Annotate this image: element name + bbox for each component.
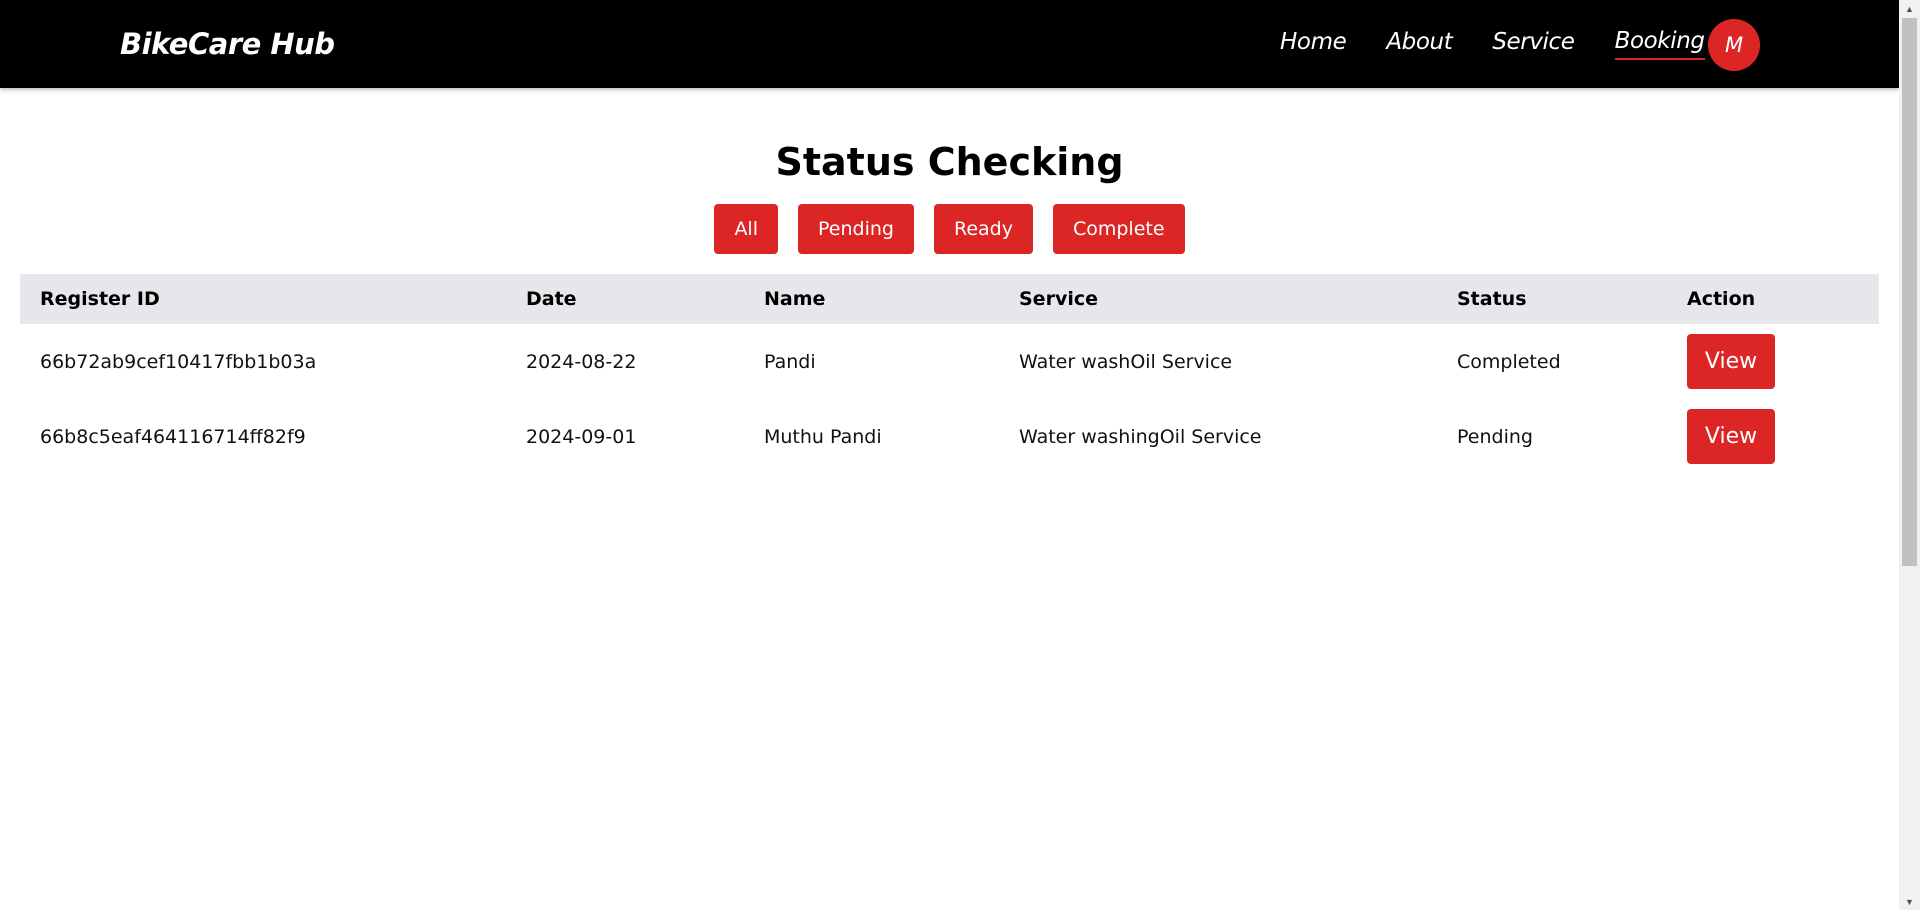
column-header-service: Service bbox=[1019, 288, 1098, 310]
brand-logo[interactable]: BikeCare Hub bbox=[120, 0, 335, 88]
nav-links: Home About Service Booking bbox=[1280, 0, 1745, 88]
table-header-row: Register ID Date Name Service Status Act… bbox=[20, 274, 1879, 324]
navbar: BikeCare Hub Home About Service Booking … bbox=[0, 0, 1899, 88]
column-header-register-id: Register ID bbox=[40, 288, 160, 310]
table-row: 66b8c5eaf464116714ff82f9 2024-09-01 Muth… bbox=[20, 399, 1879, 474]
nav-link-about[interactable]: About bbox=[1386, 29, 1452, 59]
nav-link-booking[interactable]: Booking bbox=[1614, 28, 1705, 60]
scrollbar-thumb[interactable] bbox=[1902, 18, 1917, 566]
nav-link-service[interactable]: Service bbox=[1492, 29, 1575, 59]
cell-name: Muthu Pandi bbox=[764, 425, 882, 448]
filter-ready-button[interactable]: Ready bbox=[933, 204, 1033, 254]
cell-date: 2024-09-01 bbox=[526, 425, 637, 448]
cell-service: Water washOil Service bbox=[1019, 350, 1233, 373]
avatar[interactable]: M bbox=[1708, 19, 1760, 71]
filter-all-button[interactable]: All bbox=[714, 204, 778, 254]
cell-register-id: 66b8c5eaf464116714ff82f9 bbox=[40, 425, 306, 448]
cell-status: Pending bbox=[1457, 425, 1533, 448]
column-header-name: Name bbox=[764, 288, 826, 310]
cell-name: Pandi bbox=[764, 350, 816, 373]
status-table: Register ID Date Name Service Status Act… bbox=[20, 274, 1879, 474]
cell-action: View bbox=[1667, 399, 1879, 474]
column-header-date: Date bbox=[526, 288, 577, 310]
cell-register-id: 66b72ab9cef10417fbb1b03a bbox=[40, 350, 317, 373]
vertical-scrollbar[interactable]: ▲ ▼ bbox=[1899, 0, 1920, 910]
nav-link-home[interactable]: Home bbox=[1280, 29, 1347, 59]
status-table-container: Register ID Date Name Service Status Act… bbox=[20, 274, 1879, 474]
view-button[interactable]: View bbox=[1687, 334, 1775, 389]
column-header-action: Action bbox=[1687, 288, 1756, 310]
view-button[interactable]: View bbox=[1687, 409, 1775, 464]
page-title: Status Checking bbox=[775, 140, 1124, 184]
filter-pending-button[interactable]: Pending bbox=[798, 204, 914, 254]
scroll-up-arrow-icon[interactable]: ▲ bbox=[1899, 0, 1920, 17]
table-row: 66b72ab9cef10417fbb1b03a 2024-08-22 Pand… bbox=[20, 324, 1879, 399]
cell-date: 2024-08-22 bbox=[526, 350, 637, 373]
filter-complete-button[interactable]: Complete bbox=[1052, 204, 1185, 254]
cell-action: View bbox=[1667, 324, 1879, 399]
cell-status: Completed bbox=[1457, 350, 1561, 373]
cell-service: Water washingOil Service bbox=[1019, 425, 1262, 448]
column-header-status: Status bbox=[1457, 288, 1527, 310]
scroll-down-arrow-icon[interactable]: ▼ bbox=[1899, 893, 1920, 910]
status-filter-group: All Pending Ready Complete bbox=[0, 204, 1899, 254]
